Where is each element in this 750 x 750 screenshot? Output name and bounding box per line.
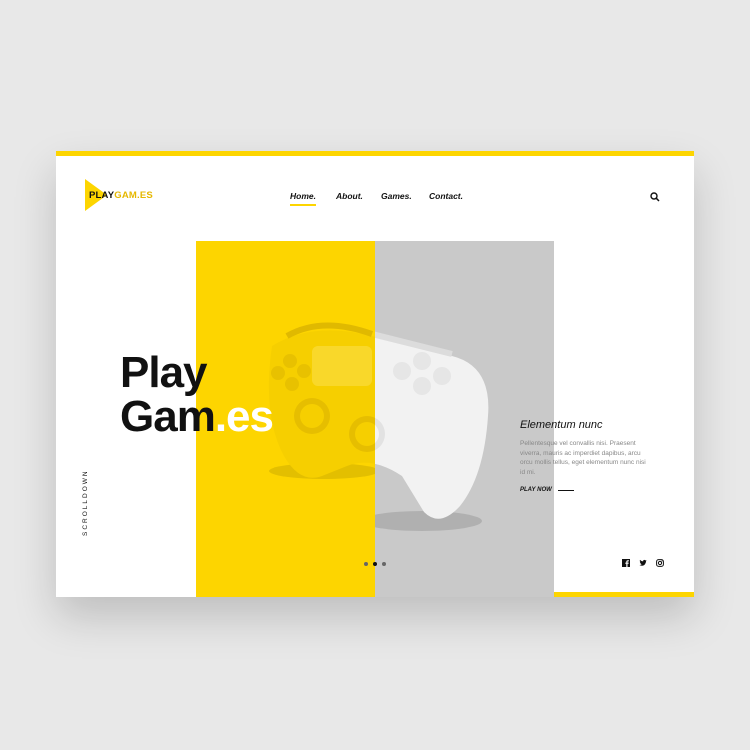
search-icon[interactable]	[650, 192, 660, 202]
instagram-icon[interactable]	[656, 559, 664, 567]
feature-description: Pellentesque vel convallis nisi. Praesen…	[520, 440, 646, 476]
main-nav: Home. About. Games. Contact.	[56, 191, 694, 211]
twitter-icon[interactable]	[639, 559, 647, 567]
carousel-dots	[364, 562, 394, 568]
facebook-icon[interactable]	[622, 559, 630, 567]
hero-title-line2: Gam	[120, 392, 216, 441]
hero-title: Play Gam.es	[120, 348, 274, 441]
hero-title-accent: .es	[214, 392, 274, 441]
nav-games[interactable]: Games.	[381, 191, 412, 201]
bottom-accent-bar	[554, 592, 694, 597]
carousel-dot[interactable]	[382, 562, 386, 566]
page-card: PLAYGAM.ES Home. About. Games. Contact.	[56, 151, 694, 597]
play-now-link[interactable]: PLAY NOW	[520, 487, 552, 493]
feature-title: Elementum nunc	[520, 419, 603, 431]
nav-home[interactable]: Home.	[290, 191, 316, 206]
scrolldown-label[interactable]: SCROLLDOWN	[82, 469, 89, 536]
nav-contact[interactable]: Contact.	[429, 191, 463, 201]
gamepad-image	[268, 322, 489, 531]
carousel-dot-active[interactable]	[373, 562, 377, 566]
nav-about[interactable]: About.	[336, 191, 363, 201]
top-accent-bar	[56, 151, 694, 156]
hero-title-line1: Play	[120, 348, 208, 397]
carousel-dot[interactable]	[364, 562, 368, 566]
play-now-line	[558, 490, 574, 491]
